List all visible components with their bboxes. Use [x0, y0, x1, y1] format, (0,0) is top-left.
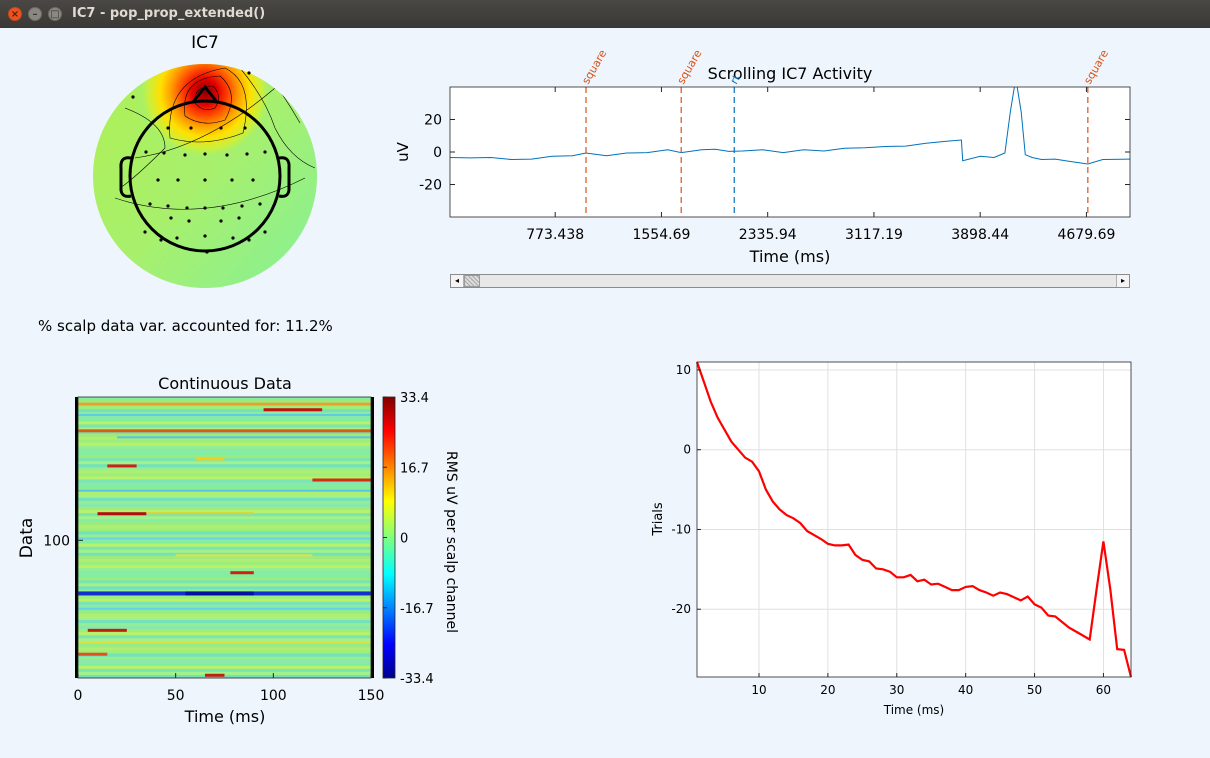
activity-scrollbar[interactable]: ◂ ▸ — [450, 274, 1130, 288]
scroll-thumb[interactable] — [464, 275, 480, 287]
scroll-chart-xlabel: Time (ms) — [749, 247, 831, 266]
x-tick-label: 4679.69 — [1057, 227, 1115, 243]
y-tick-label: 0 — [433, 145, 442, 161]
x-tick-label: 2335.94 — [739, 227, 797, 243]
y-tick-label: 20 — [424, 113, 442, 129]
event-marker-label: square — [579, 47, 609, 86]
scroll-left-button[interactable]: ◂ — [451, 275, 464, 287]
scrolling-activity-chart: Scrolling IC7 Activity Time (ms) uV squa… — [394, 47, 1131, 266]
x-tick-label: 3898.44 — [951, 227, 1009, 243]
y-tick-label: -20 — [419, 178, 442, 194]
x-tick-label: 773.438 — [526, 227, 584, 243]
scroll-right-button[interactable]: ▸ — [1116, 275, 1129, 287]
x-tick-label: 1554.69 — [632, 227, 690, 243]
x-tick-label: 3117.19 — [845, 227, 903, 243]
event-marker-label: square — [675, 47, 705, 86]
event-marker-label: square — [1081, 47, 1111, 86]
scroll-chart-ylabel: uV — [394, 141, 412, 162]
